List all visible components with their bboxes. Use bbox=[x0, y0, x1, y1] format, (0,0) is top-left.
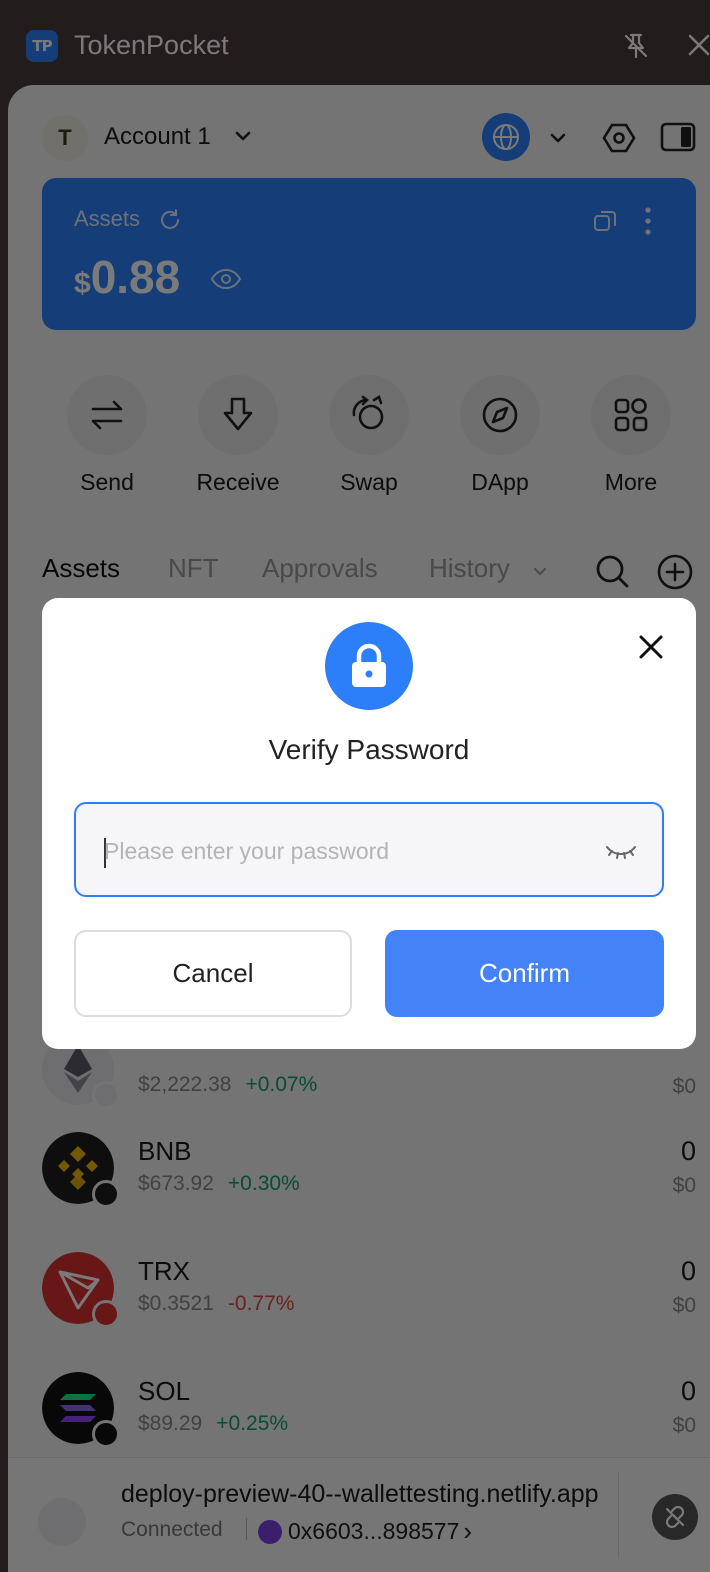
tab-nft[interactable]: NFT bbox=[168, 553, 219, 584]
token-change: +0.30% bbox=[227, 1172, 300, 1195]
network-button[interactable] bbox=[482, 113, 530, 161]
tab-assets[interactable]: Assets bbox=[42, 553, 120, 584]
dialog-title: Verify Password bbox=[268, 734, 470, 765]
token-symbol: SOL bbox=[138, 1376, 191, 1406]
tab-approvals[interactable]: Approvals bbox=[262, 553, 378, 584]
bnb-chain-badge-icon bbox=[92, 1180, 120, 1208]
account-header: T Account 1 bbox=[42, 113, 702, 161]
swap-arrows-icon bbox=[91, 400, 123, 430]
chain-icon bbox=[258, 1519, 282, 1544]
token-price: $2,222.38 +0.07% bbox=[138, 1073, 318, 1096]
receive-button[interactable]: Receive bbox=[178, 375, 298, 496]
token-amount: 0 bbox=[680, 1376, 696, 1406]
token-symbol: TRX bbox=[138, 1256, 190, 1286]
unpin-icon[interactable] bbox=[620, 30, 652, 62]
sol-chain-badge-icon bbox=[92, 1420, 120, 1448]
swap-button[interactable]: Swap bbox=[309, 375, 429, 496]
download-arrow-icon bbox=[223, 397, 253, 431]
token-change: +0.07% bbox=[245, 1073, 318, 1096]
compass-icon bbox=[482, 397, 518, 433]
token-change: -0.77% bbox=[227, 1292, 295, 1315]
send-label: Send bbox=[80, 469, 134, 495]
settings-hexagon-icon[interactable] bbox=[602, 121, 636, 155]
grid-icon bbox=[614, 398, 648, 432]
disconnect-button[interactable] bbox=[652, 1494, 698, 1540]
eye-closed-icon[interactable] bbox=[604, 840, 638, 862]
chevron-right-icon: › bbox=[463, 1516, 473, 1546]
token-value: $0 bbox=[672, 1414, 696, 1437]
confirm-button[interactable]: Confirm bbox=[385, 930, 664, 1017]
globe-icon bbox=[493, 124, 519, 150]
token-price: $89.29 +0.25% bbox=[138, 1412, 289, 1435]
token-row-sol[interactable]: SOL $89.29 +0.25% 0 $0 bbox=[42, 1372, 702, 1452]
window-titlebar: TP TokenPocket bbox=[0, 0, 710, 90]
token-value: $0 bbox=[672, 1174, 696, 1197]
search-icon[interactable] bbox=[594, 553, 630, 589]
divider bbox=[246, 1518, 247, 1540]
token-change: +0.25% bbox=[216, 1412, 289, 1435]
eye-icon[interactable] bbox=[210, 268, 242, 290]
address-text: 0x6603...898577 bbox=[288, 1518, 460, 1544]
cancel-button[interactable]: Cancel bbox=[74, 930, 352, 1017]
assets-label: Assets bbox=[74, 206, 141, 231]
site-url: deploy-preview-40--wallettesting.netlify… bbox=[121, 1480, 599, 1508]
history-chevron-down-icon[interactable] bbox=[532, 563, 548, 579]
refresh-icon[interactable] bbox=[158, 208, 182, 232]
token-value: $0 bbox=[672, 1294, 696, 1317]
send-button[interactable]: Send bbox=[47, 375, 167, 496]
dapp-label: DApp bbox=[471, 469, 529, 495]
app-title: TokenPocket bbox=[74, 30, 229, 60]
token-price: $673.92 +0.30% bbox=[138, 1172, 300, 1195]
connected-site-bar[interactable]: deploy-preview-40--wallettesting.netlify… bbox=[8, 1457, 710, 1572]
app-logo: TP bbox=[26, 30, 58, 62]
close-icon[interactable] bbox=[636, 632, 666, 662]
balance-value: 0.88 bbox=[90, 251, 181, 303]
more-vertical-icon[interactable] bbox=[640, 206, 656, 236]
token-amount: 0 bbox=[680, 1256, 696, 1286]
assets-card: Assets $0.88 bbox=[42, 178, 696, 330]
lock-icon bbox=[352, 643, 386, 687]
more-button[interactable]: More bbox=[571, 375, 691, 496]
token-amount: 0 bbox=[680, 1136, 696, 1166]
close-window-icon[interactable] bbox=[684, 30, 710, 60]
eth-chain-badge-icon bbox=[92, 1081, 120, 1109]
verify-password-dialog: Verify Password Cancel Confirm bbox=[42, 598, 696, 1049]
asset-tabs: Assets NFT Approvals History bbox=[42, 553, 702, 593]
divider bbox=[618, 1472, 619, 1558]
network-chevron-down-icon[interactable] bbox=[547, 127, 569, 149]
copy-icon[interactable] bbox=[592, 208, 618, 234]
avatar[interactable]: T bbox=[42, 115, 88, 161]
token-row-trx[interactable]: TRX $0.3521 -0.77% 0 $0 bbox=[42, 1252, 702, 1332]
balance-amount: $0.88 bbox=[74, 250, 180, 304]
sidebar-toggle-icon[interactable] bbox=[660, 121, 696, 153]
unlink-icon bbox=[665, 1505, 685, 1529]
swap-coins-icon bbox=[352, 395, 384, 430]
site-favicon-icon bbox=[38, 1498, 86, 1546]
password-input[interactable] bbox=[104, 834, 584, 868]
token-row-bnb[interactable]: BNB $673.92 +0.30% 0 $0 bbox=[42, 1132, 702, 1212]
lock-badge bbox=[325, 622, 413, 710]
connection-status: Connected bbox=[121, 1518, 223, 1541]
connected-address[interactable]: 0x6603...898577 › bbox=[258, 1516, 472, 1547]
add-token-icon[interactable] bbox=[656, 553, 694, 591]
tab-history[interactable]: History bbox=[429, 553, 510, 584]
receive-label: Receive bbox=[196, 469, 280, 495]
quick-actions: Send Receive Swap DApp More bbox=[28, 375, 688, 495]
dapp-button[interactable]: DApp bbox=[440, 375, 560, 496]
token-price: $0.3521 -0.77% bbox=[138, 1292, 295, 1315]
token-value: $0 bbox=[672, 1075, 696, 1098]
chevron-down-icon[interactable] bbox=[232, 125, 254, 147]
more-label: More bbox=[604, 469, 658, 495]
trx-chain-badge-icon bbox=[92, 1300, 120, 1328]
password-field[interactable] bbox=[74, 802, 664, 897]
account-name[interactable]: Account 1 bbox=[104, 123, 211, 151]
token-symbol: BNB bbox=[138, 1136, 192, 1166]
currency-symbol: $ bbox=[74, 267, 91, 300]
swap-label: Swap bbox=[340, 469, 398, 495]
